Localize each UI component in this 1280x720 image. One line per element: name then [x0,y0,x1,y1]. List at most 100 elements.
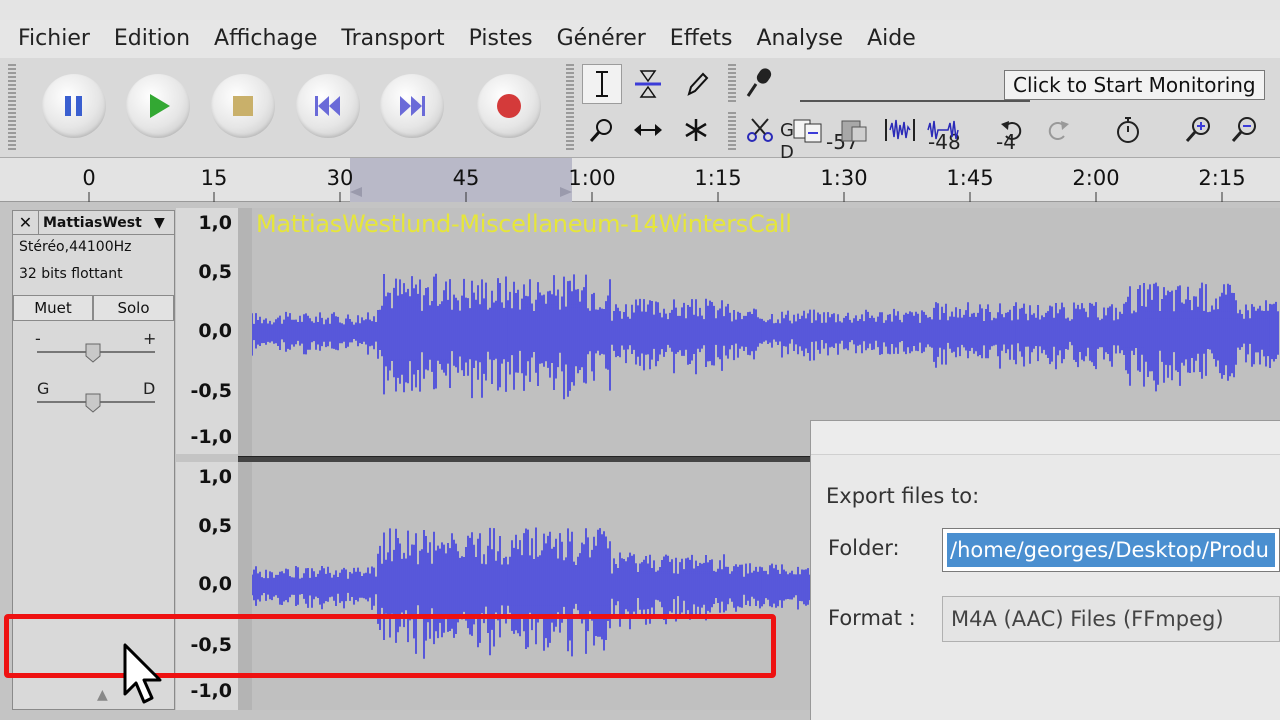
zoom-tool[interactable] [582,110,622,150]
scissors-icon [747,118,773,142]
highlight-annotation [4,614,776,678]
audacity-window: Fichier Edition Affichage Transport Pist… [0,0,1280,720]
i-beam-icon [596,71,608,97]
skip-to-end-button[interactable] [380,74,444,138]
skip-to-start-button[interactable] [296,74,360,138]
microphone-icon [746,68,772,97]
menu-analyse[interactable]: Analyse [756,20,843,58]
monitoring-tooltip: Click to Start Monitoring [1004,70,1265,100]
gain-slider-thumb[interactable] [85,343,101,363]
sync-lock-button[interactable] [1108,110,1148,150]
skip-start-icon [315,96,340,116]
cut-button[interactable] [740,110,780,150]
ruler-label: 1:45 [946,166,994,190]
zoom-out-icon [1231,117,1256,142]
asterisk-icon [685,119,707,141]
selection-tool[interactable] [582,64,622,104]
format-select[interactable]: M4A (AAC) Files (FFmpeg) [942,596,1280,642]
draw-tool[interactable] [676,64,716,104]
copy-icon [793,119,822,143]
toolbar: G D -57 -48 -4 Click to Start Monitoring [0,58,1280,163]
scale-label: -1,0 [190,680,232,702]
menu-effets[interactable]: Effets [670,20,733,58]
ruler-label: 1:15 [694,166,742,190]
menu-bar: Fichier Edition Affichage Transport Pist… [0,20,1280,58]
meter-grip[interactable] [728,64,736,104]
solo-button[interactable]: Solo [93,295,174,321]
menu-fichier[interactable]: Fichier [18,20,90,58]
multi-tool[interactable] [676,110,716,150]
play-button[interactable] [126,74,190,138]
folder-label: Folder: [828,536,900,560]
paste-button[interactable] [834,110,874,150]
clip-left-edge [238,208,252,456]
silence-button[interactable] [924,110,964,150]
format-label: Format : [828,606,916,630]
envelope-icon [635,70,661,98]
copy-button[interactable] [788,110,828,150]
record-meter-button[interactable] [742,62,782,102]
scale-label: 1,0 [198,466,232,488]
track-close-button[interactable]: ✕ [13,210,39,235]
time-shift-tool[interactable] [628,110,668,150]
double-arrow-icon [634,124,662,136]
undo-button[interactable] [992,110,1032,150]
scale-label: -1,0 [190,426,232,448]
track-name-menu[interactable]: MattiasWest [39,215,154,231]
magnifier-icon [589,119,612,142]
ruler-label: 2:15 [1198,166,1246,190]
ruler-label: 0 [82,166,96,190]
trim-button[interactable] [880,110,920,150]
menu-edition[interactable]: Edition [114,20,190,58]
paste-icon [841,120,867,142]
ruler-label: 1:00 [568,166,616,190]
scale-label: -0,5 [190,380,232,402]
pause-button[interactable] [42,74,106,138]
menu-transport[interactable]: Transport [341,20,444,58]
zoom-in-button[interactable] [1178,110,1218,150]
track-menu-arrow-icon[interactable]: ▼ [154,215,174,231]
mute-button[interactable]: Muet [13,295,93,321]
stop-button[interactable] [211,74,275,138]
pause-icon [65,96,82,116]
redo-icon [1048,121,1069,140]
menu-aide[interactable]: Aide [867,20,916,58]
ruler-label: 45 [452,166,480,190]
menu-generer[interactable]: Générer [557,20,646,58]
tools-grip[interactable] [566,64,574,152]
edit-grip[interactable] [728,112,736,152]
clip-title[interactable]: MattiasWestlund-Miscellaneum-14WintersCa… [256,210,792,238]
dialog-title-bar[interactable] [811,421,1280,455]
trim-icon [885,119,915,141]
meter-bar[interactable] [800,100,1030,102]
waveform-left-svg [252,273,1279,400]
record-icon [497,94,521,118]
mouse-pointer-icon [123,643,162,704]
redo-button[interactable] [1038,110,1078,150]
gain-plus-label: + [143,329,157,348]
menu-affichage[interactable]: Affichage [214,20,317,58]
silence-icon [927,120,959,140]
folder-input[interactable]: /home/georges/Desktop/Produ [942,528,1280,572]
ruler-label: 2:00 [1072,166,1120,190]
envelope-tool[interactable] [628,64,668,104]
scale-label: 0,5 [198,261,232,283]
record-button[interactable] [477,74,541,138]
zoom-in-icon [1185,117,1210,142]
scale-label: 0,0 [198,320,232,342]
timeline-ruler[interactable]: 0 15 30 45 1:00 1:15 1:30 1:45 2:00 2:15 [0,158,1280,202]
track-header: ✕ MattiasWest ▼ [13,210,174,235]
pan-slider-thumb[interactable] [85,393,101,413]
collapse-track-icon[interactable]: ▲ [97,687,108,703]
toolbar-grip[interactable] [8,64,16,152]
pencil-icon [687,72,709,96]
undo-icon [1001,121,1022,140]
track-vertical-ruler-left: 1,0 0,5 0,0 -0,5 -1,0 [176,208,238,454]
scale-label: 0,0 [198,573,232,595]
track-rate-info: Stéréo,44100Hz [19,239,132,255]
zoom-out-button[interactable] [1224,110,1264,150]
export-heading: Export files to: [826,484,980,508]
menu-pistes[interactable]: Pistes [469,20,533,58]
stopwatch-icon [1117,117,1139,143]
track-format-info: 32 bits flottant [19,266,123,282]
